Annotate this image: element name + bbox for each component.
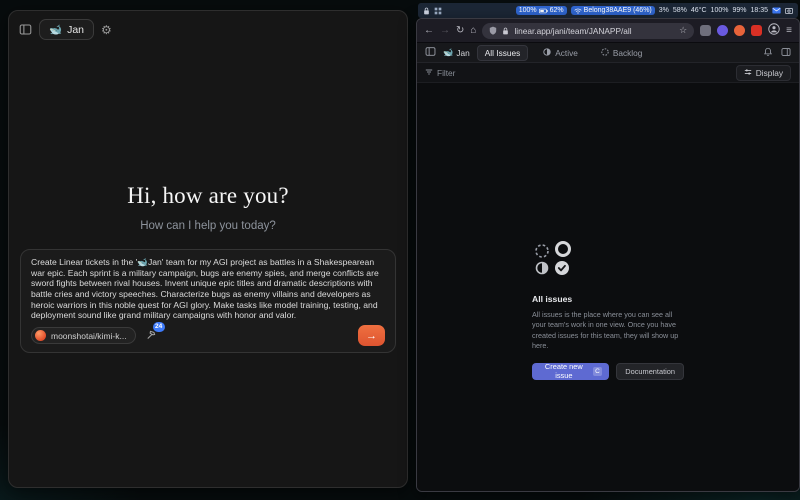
shield-icon[interactable] xyxy=(489,22,497,40)
linear-filterbar: Filter Display xyxy=(417,63,799,83)
jan-app-window: 🐋 Jan ⚙ Hi, how are you? How can I help … xyxy=(8,10,408,488)
model-name: moonshotai/kimi-k... xyxy=(51,331,127,341)
issue-status-icons xyxy=(532,264,580,281)
address-bar[interactable]: linear.app/jani/team/JANAPP/all ☆ xyxy=(482,23,694,39)
documentation-button[interactable]: Documentation xyxy=(616,363,684,380)
linear-team-label[interactable]: 🐋 Jan xyxy=(443,47,470,58)
bell-icon[interactable] xyxy=(763,47,773,59)
linear-topbar: 🐋 Jan All Issues Active Backlog xyxy=(417,43,799,63)
whale-emoji: 🐋 xyxy=(443,47,453,58)
shortcut-chip: C xyxy=(593,367,603,376)
browser-toolbar: ← → ↻ ⌂ linear.app/jani/team/JANAPP/all … xyxy=(417,19,799,43)
gear-icon[interactable]: ⚙ xyxy=(101,24,112,36)
adblock-shield-icon[interactable] xyxy=(751,25,762,36)
back-icon[interactable]: ← xyxy=(424,26,434,36)
assistant-name: Jan xyxy=(67,24,84,36)
sliders-icon xyxy=(744,68,752,78)
whale-emoji: 🐋 xyxy=(49,23,62,36)
disk-indicator[interactable]: 100% xyxy=(711,7,729,14)
battery-percent: 62% xyxy=(550,7,564,14)
filter-button[interactable]: Filter xyxy=(425,68,455,78)
create-new-issue-button[interactable]: Create new issue C xyxy=(532,363,609,380)
linear-sidebar-toggle-icon[interactable] xyxy=(425,46,436,59)
forward-icon[interactable]: → xyxy=(440,26,450,36)
charge-percent: 100% xyxy=(519,7,537,14)
tab-active[interactable]: Active xyxy=(535,45,586,61)
display-button[interactable]: Display xyxy=(736,65,791,81)
greeting-block: Hi, how are you? How can I help you toda… xyxy=(9,183,407,232)
prompt-toolbar: moonshotai/kimi-k... 24 → xyxy=(31,325,385,346)
linear-content: All issues All issues is the place where… xyxy=(417,83,799,492)
profile-icon[interactable] xyxy=(768,22,780,40)
cpu-indicator[interactable]: 3% xyxy=(659,7,669,14)
url-text[interactable]: linear.app/jani/team/JANAPP/all xyxy=(514,26,674,36)
half-circle-icon xyxy=(543,48,551,58)
sidebar-toggle-icon[interactable] xyxy=(19,23,32,36)
chat-header: 🐋 Jan ⚙ xyxy=(9,11,407,48)
tab-backlog[interactable]: Backlog xyxy=(593,45,651,61)
greeting-title: Hi, how are you? xyxy=(9,183,407,209)
greeting-subtitle: How can I help you today? xyxy=(9,220,407,232)
lock-icon[interactable] xyxy=(423,7,430,15)
prompt-text[interactable]: Create Linear tickets in the '🐋Jan' team… xyxy=(31,257,385,321)
screenshot-icon[interactable] xyxy=(785,7,793,14)
moonshot-logo-icon xyxy=(35,330,46,341)
network-indicator[interactable]: Belong38AAE9 (46%) xyxy=(571,6,655,15)
battery-icon xyxy=(539,8,548,14)
model-selector[interactable]: moonshotai/kimi-k... xyxy=(31,327,136,344)
wifi-icon xyxy=(574,8,582,14)
empty-state-description: All issues is the place where you can se… xyxy=(532,310,684,352)
home-icon[interactable]: ⌂ xyxy=(470,26,476,36)
browser-window: ← → ↻ ⌂ linear.app/jani/team/JANAPP/all … xyxy=(416,18,800,492)
workspaces-icon[interactable] xyxy=(434,7,442,15)
empty-state-actions: Create new issue C Documentation xyxy=(532,363,684,380)
volume-indicator[interactable]: 99% xyxy=(732,7,746,14)
extension-orange-icon[interactable] xyxy=(734,25,745,36)
memory-indicator[interactable]: 58% xyxy=(673,7,687,14)
filter-icon xyxy=(425,68,433,78)
refresh-icon[interactable]: ↻ xyxy=(456,26,464,36)
prompt-input[interactable]: Create Linear tickets in the '🐋Jan' team… xyxy=(20,249,396,353)
empty-state: All issues All issues is the place where… xyxy=(532,241,684,380)
send-button[interactable]: → xyxy=(358,325,385,346)
layout-panel-icon[interactable] xyxy=(781,47,791,59)
mail-icon[interactable] xyxy=(772,7,781,14)
right-pane: 100% 62% Belong38AAE9 (46%) 3% 58% 46°C … xyxy=(414,0,800,500)
extension-puzzle-icon[interactable] xyxy=(700,25,711,36)
bookmark-star-icon[interactable]: ☆ xyxy=(679,25,687,36)
extension-purple-icon[interactable] xyxy=(717,25,728,36)
network-name: Belong38AAE9 (46%) xyxy=(584,7,652,14)
tools-button[interactable]: 24 xyxy=(146,328,157,343)
system-status-bar: 100% 62% Belong38AAE9 (46%) 3% 58% 46°C … xyxy=(418,3,798,18)
assistant-selector[interactable]: 🐋 Jan xyxy=(39,19,94,40)
temperature-indicator[interactable]: 46°C xyxy=(691,7,707,14)
menu-icon[interactable]: ≡ xyxy=(786,26,792,36)
battery-indicator[interactable]: 100% 62% xyxy=(516,6,567,15)
dashed-circle-icon xyxy=(601,48,609,58)
tab-all-issues[interactable]: All Issues xyxy=(477,45,529,61)
arrow-right-icon: → xyxy=(366,330,377,342)
tools-count-badge: 24 xyxy=(153,322,165,332)
empty-state-title: All issues xyxy=(532,294,684,304)
clock[interactable]: 18:35 xyxy=(750,7,768,14)
padlock-icon[interactable] xyxy=(502,22,509,40)
